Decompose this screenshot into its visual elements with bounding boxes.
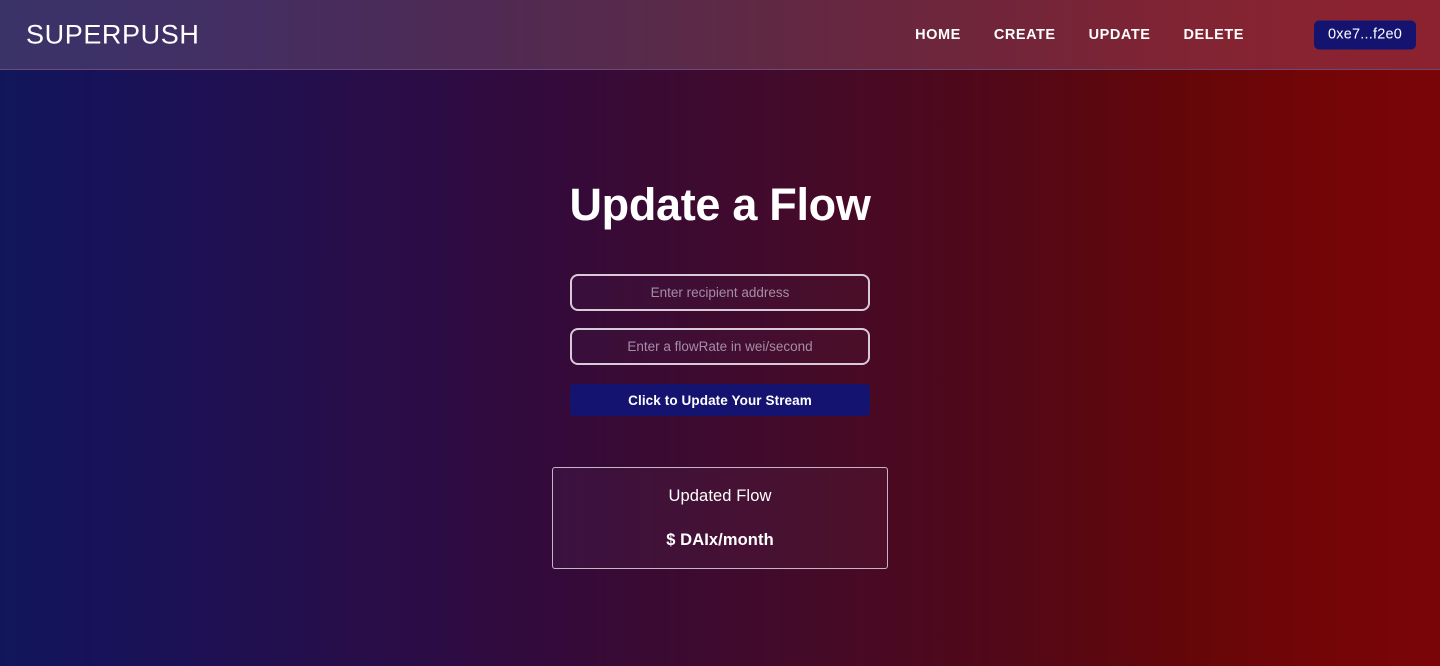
recipient-address-input[interactable] xyxy=(570,274,870,311)
nav-item-update[interactable]: UPDATE xyxy=(1089,27,1151,43)
main-navigation: HOME CREATE UPDATE DELETE xyxy=(915,27,1244,43)
site-header: SUPERPUSH HOME CREATE UPDATE DELETE 0xe7… xyxy=(0,0,1440,70)
page-title: Update a Flow xyxy=(569,179,871,230)
nav-item-delete[interactable]: DELETE xyxy=(1184,27,1245,43)
updated-flow-card: Updated Flow $ DAIx/month xyxy=(552,467,888,569)
nav-item-home[interactable]: HOME xyxy=(915,27,961,43)
main-content: Update a Flow Click to Update Your Strea… xyxy=(0,70,1440,666)
wallet-address-button[interactable]: 0xe7...f2e0 xyxy=(1314,20,1416,49)
flow-rate-input[interactable] xyxy=(570,328,870,365)
update-flow-form: Click to Update Your Stream xyxy=(570,274,870,416)
update-stream-button[interactable]: Click to Update Your Stream xyxy=(570,384,870,416)
updated-flow-label: Updated Flow xyxy=(668,486,772,505)
brand-logo[interactable]: SUPERPUSH xyxy=(26,19,199,50)
updated-flow-value: $ DAIx/month xyxy=(666,530,774,549)
nav-item-create[interactable]: CREATE xyxy=(994,27,1056,43)
